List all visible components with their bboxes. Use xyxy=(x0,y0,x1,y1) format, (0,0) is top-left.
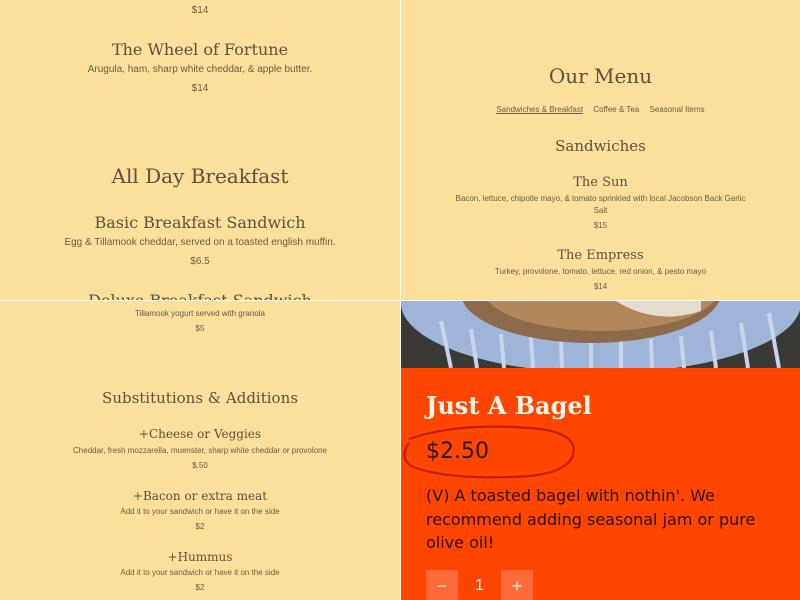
item-description: Arugula, ham, sharp white cheddar, & app… xyxy=(87,64,313,75)
item-description: Add it to your sandwich or have it on th… xyxy=(120,507,280,516)
menu-pane-bottom-left: Tillamook yogurt served with granola $5 … xyxy=(0,301,400,600)
price-value: $2.50 xyxy=(426,439,489,464)
item-price: $15 xyxy=(593,221,608,230)
item-description: Turkey, provolone, tomato, lettuce, red … xyxy=(494,267,707,276)
item-price: $.50 xyxy=(192,461,208,470)
item-description: Egg & Tillamook cheddar, served on a toa… xyxy=(64,237,336,248)
section-title: Sandwiches xyxy=(555,137,646,155)
increment-button[interactable]: + xyxy=(501,570,533,600)
item-price: $14 xyxy=(593,282,608,291)
item-name-partial: Deluxe Breakfast Sandwich xyxy=(0,291,400,300)
product-image xyxy=(401,301,800,368)
item-description: Add it to your sandwich or have it on th… xyxy=(120,568,280,577)
product-description: (V) A toasted bagel with nothin'. We rec… xyxy=(426,486,756,552)
item-name: Basic Breakfast Sandwich xyxy=(94,213,306,232)
item-name: The Wheel of Fortune xyxy=(111,40,289,59)
tab-sandwiches-breakfast[interactable]: Sandwiches & Breakfast xyxy=(496,105,583,114)
item-price: $6.5 xyxy=(190,256,210,267)
bagel-plate-image xyxy=(401,301,800,368)
item-description: Cheddar, fresh mozzarella, muenster, sha… xyxy=(73,446,327,455)
item-name: +Hummus xyxy=(167,550,233,564)
item-name: The Sun xyxy=(573,175,628,190)
menu-pane-top-left: $14 The Wheel of Fortune Arugula, ham, s… xyxy=(0,0,400,300)
item-name: +Bacon or extra meat xyxy=(132,489,268,503)
product-pane: Just A Bagel $2.50 (V) A toasted bagel w… xyxy=(401,301,800,600)
item-description-line2: Salt xyxy=(593,206,608,215)
tab-seasonal-items[interactable]: Seasonal Items xyxy=(650,105,705,114)
item-description: Bacon, lettuce, chipotle mayo, & tomato … xyxy=(455,194,746,203)
quantity-value[interactable]: 1 xyxy=(458,570,501,600)
item-price: $2 xyxy=(195,583,205,592)
decrement-button[interactable]: − xyxy=(426,570,458,600)
tab-coffee-tea[interactable]: Coffee & Tea xyxy=(593,105,639,114)
product-title: Just A Bagel xyxy=(426,391,592,420)
item-price: $14 xyxy=(191,83,209,94)
menu-tabs: Sandwiches & Breakfast Coffee & Tea Seas… xyxy=(401,105,800,114)
item-price: $14 xyxy=(191,5,209,16)
section-title: All Day Breakfast xyxy=(111,164,289,188)
item-name: The Empress xyxy=(557,248,644,263)
menu-pane-top-right: Our Menu Sandwiches & Breakfast Coffee &… xyxy=(401,0,800,300)
item-price: $2 xyxy=(195,522,205,531)
pane-divider-horizontal xyxy=(0,300,800,301)
item-description: Tillamook yogurt served with granola xyxy=(135,309,265,318)
product-price: $2.50 xyxy=(401,421,601,481)
section-title: Substitutions & Additions xyxy=(102,389,298,407)
item-name: +Cheese or Veggies xyxy=(138,427,262,441)
item-price: $5 xyxy=(195,324,205,333)
menu-title: Our Menu xyxy=(548,64,653,88)
